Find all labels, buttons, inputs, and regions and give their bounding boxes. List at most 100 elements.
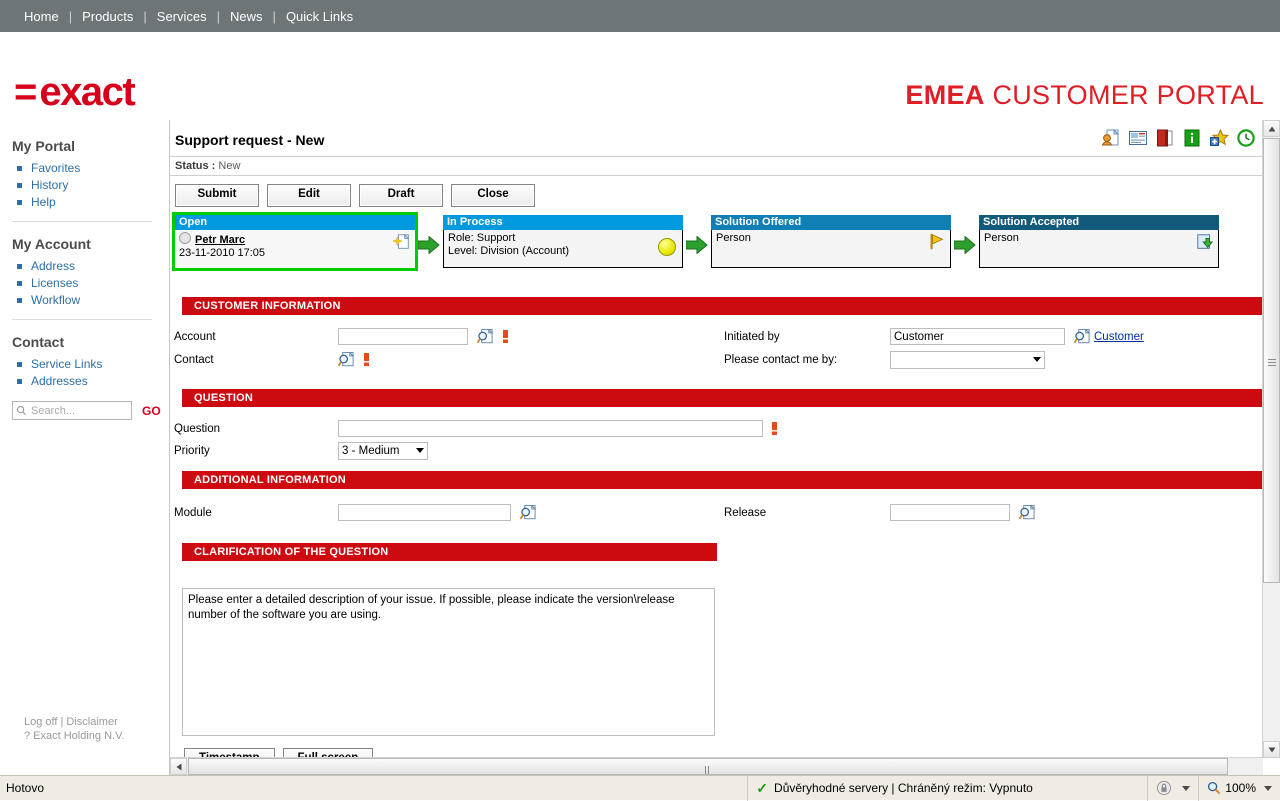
sidebar-item-label[interactable]: Service Links xyxy=(31,357,102,371)
required-marker-icon xyxy=(364,353,369,366)
clarification-textarea[interactable]: Please enter a detailed description of y… xyxy=(182,588,715,736)
arrow-right-icon xyxy=(954,236,976,254)
horizontal-scrollbar-thumb[interactable] xyxy=(188,758,1228,788)
zoom-cell[interactable]: 100% xyxy=(1198,775,1280,801)
sidebar-item-history[interactable]: History xyxy=(17,178,169,192)
sidebar-item-licenses[interactable]: Licenses xyxy=(17,276,169,290)
workflow-step-solution-offered[interactable]: Solution Offered Person xyxy=(711,215,951,268)
sidebar-item-label[interactable]: Licenses xyxy=(31,276,78,290)
contact-me-by-select[interactable] xyxy=(890,350,1045,369)
protected-mode-cell[interactable] xyxy=(1147,775,1198,801)
status-dot-icon xyxy=(179,232,191,244)
bullet-icon xyxy=(17,297,22,303)
question-input[interactable] xyxy=(338,420,763,437)
search-input[interactable]: Search... xyxy=(12,401,132,420)
search-go-button[interactable]: GO xyxy=(142,404,161,418)
sidebar-item-label[interactable]: Workflow xyxy=(31,293,80,307)
contact-document-icon[interactable] xyxy=(1101,128,1121,148)
history-clock-icon[interactable] xyxy=(1236,128,1256,148)
info-icon[interactable] xyxy=(1182,128,1202,148)
sidebar: My Portal Favorites History Help My Acco… xyxy=(0,120,170,775)
bullet-icon xyxy=(17,280,22,286)
sidebar-item-label[interactable]: Addresses xyxy=(31,374,88,388)
lookup-icon[interactable] xyxy=(1019,504,1036,521)
scroll-up-button[interactable] xyxy=(1263,120,1280,137)
nav-item-home[interactable]: Home xyxy=(14,9,69,24)
scrollbar-grip-icon xyxy=(1268,357,1276,366)
sidebar-item-label[interactable]: Address xyxy=(31,259,75,273)
submit-button[interactable]: Submit xyxy=(175,184,259,207)
book-document-icon[interactable] xyxy=(1155,128,1175,148)
nav-item-services[interactable]: Services xyxy=(147,9,217,24)
close-button[interactable]: Close xyxy=(451,184,535,207)
sidebar-item-favorites[interactable]: Favorites xyxy=(17,161,169,175)
add-favorite-star-icon[interactable] xyxy=(1209,128,1229,148)
initiated-by-link[interactable]: Customer xyxy=(1094,331,1144,343)
exact-logo[interactable]: = exact xyxy=(14,70,136,114)
nav-item-products[interactable]: Products xyxy=(72,9,143,24)
chevron-down-icon[interactable] xyxy=(1182,785,1191,791)
workflow-assignee-link[interactable]: Petr Marc xyxy=(195,234,245,246)
workflow-arrow xyxy=(951,215,979,275)
workflow-step-header: In Process xyxy=(443,215,683,230)
workflow-arrow xyxy=(683,215,711,275)
bullet-icon xyxy=(17,182,22,188)
lookup-icon[interactable] xyxy=(520,504,537,521)
security-zone-text: Důvěryhodné servery | Chráněný režim: Vy… xyxy=(774,781,1033,795)
workflow-progress: Open Petr Marc 23-11-2010 17:05 In Proce… xyxy=(170,212,1280,275)
edit-button[interactable]: Edit xyxy=(267,184,351,207)
contact-label: Contact xyxy=(174,353,214,366)
bullet-icon xyxy=(17,378,22,384)
question-label: Question xyxy=(174,422,221,435)
workflow-step-open[interactable]: Open Petr Marc 23-11-2010 17:05 xyxy=(172,212,418,271)
sidebar-item-label[interactable]: Help xyxy=(31,195,56,209)
search-placeholder: Search... xyxy=(31,404,76,417)
lookup-icon[interactable] xyxy=(338,351,355,368)
module-input[interactable] xyxy=(338,504,511,521)
zoom-level: 100% xyxy=(1225,781,1256,795)
initiated-by-input[interactable] xyxy=(890,328,1065,345)
account-input[interactable] xyxy=(338,328,468,345)
sidebar-group-title-my-account: My Account xyxy=(12,236,91,252)
workflow-level: Level: Division (Account) xyxy=(448,245,570,257)
workflow-step-header: Solution Offered xyxy=(711,215,951,230)
sidebar-item-help[interactable]: Help xyxy=(17,195,169,209)
priority-select[interactable]: 3 - Medium xyxy=(338,441,428,460)
lookup-icon[interactable] xyxy=(1074,328,1091,345)
workflow-step-in-process[interactable]: In Process Role: Support Level: Division… xyxy=(443,215,683,268)
sidebar-item-service-links[interactable]: Service Links xyxy=(17,357,169,371)
sidebar-item-addresses[interactable]: Addresses xyxy=(17,374,169,388)
logo-wordmark: exact xyxy=(39,70,135,114)
priority-value: 3 - Medium xyxy=(342,444,400,457)
nav-item-quick-links[interactable]: Quick Links xyxy=(276,9,363,24)
initiated-by-label: Initiated by xyxy=(724,330,780,343)
chevron-left-icon xyxy=(176,763,181,770)
chevron-down-icon[interactable] xyxy=(1264,785,1272,791)
horizontal-scrollbar[interactable] xyxy=(170,757,1263,788)
sidebar-footer-links[interactable]: Log off | Disclaimer xyxy=(24,715,124,729)
nav-item-news[interactable]: News xyxy=(220,9,273,24)
sidebar-item-label[interactable]: Favorites xyxy=(31,161,80,175)
sidebar-item-label[interactable]: History xyxy=(31,178,68,192)
security-zone-cell[interactable]: ✓ Důvěryhodné servery | Chráněný režim: … xyxy=(747,775,1147,801)
draft-button[interactable]: Draft xyxy=(359,184,443,207)
news-icon[interactable] xyxy=(1128,128,1148,148)
vertical-scrollbar-thumb[interactable] xyxy=(1263,138,1280,583)
workflow-step-solution-accepted[interactable]: Solution Accepted Person xyxy=(979,215,1219,268)
flag-icon xyxy=(930,233,944,250)
arrow-right-icon xyxy=(418,236,440,254)
scroll-left-button[interactable] xyxy=(170,758,187,775)
section-header-question: QUESTION xyxy=(182,389,1272,407)
vertical-scrollbar[interactable] xyxy=(1262,120,1280,758)
lookup-icon[interactable] xyxy=(477,328,494,345)
workflow-role: Role: Support xyxy=(448,232,516,244)
scroll-down-button[interactable] xyxy=(1263,741,1280,758)
section-header-additional-information: ADDITIONAL INFORMATION xyxy=(182,471,1272,489)
required-marker-icon xyxy=(772,422,777,435)
release-input[interactable] xyxy=(890,504,1010,521)
chevron-up-icon xyxy=(1268,126,1275,131)
action-button-row: Submit Edit Draft Close xyxy=(170,176,1280,213)
sidebar-item-address[interactable]: Address xyxy=(17,259,169,273)
workflow-step-body: Role: Support Level: Division (Account) xyxy=(443,230,683,268)
sidebar-item-workflow[interactable]: Workflow xyxy=(17,293,169,307)
